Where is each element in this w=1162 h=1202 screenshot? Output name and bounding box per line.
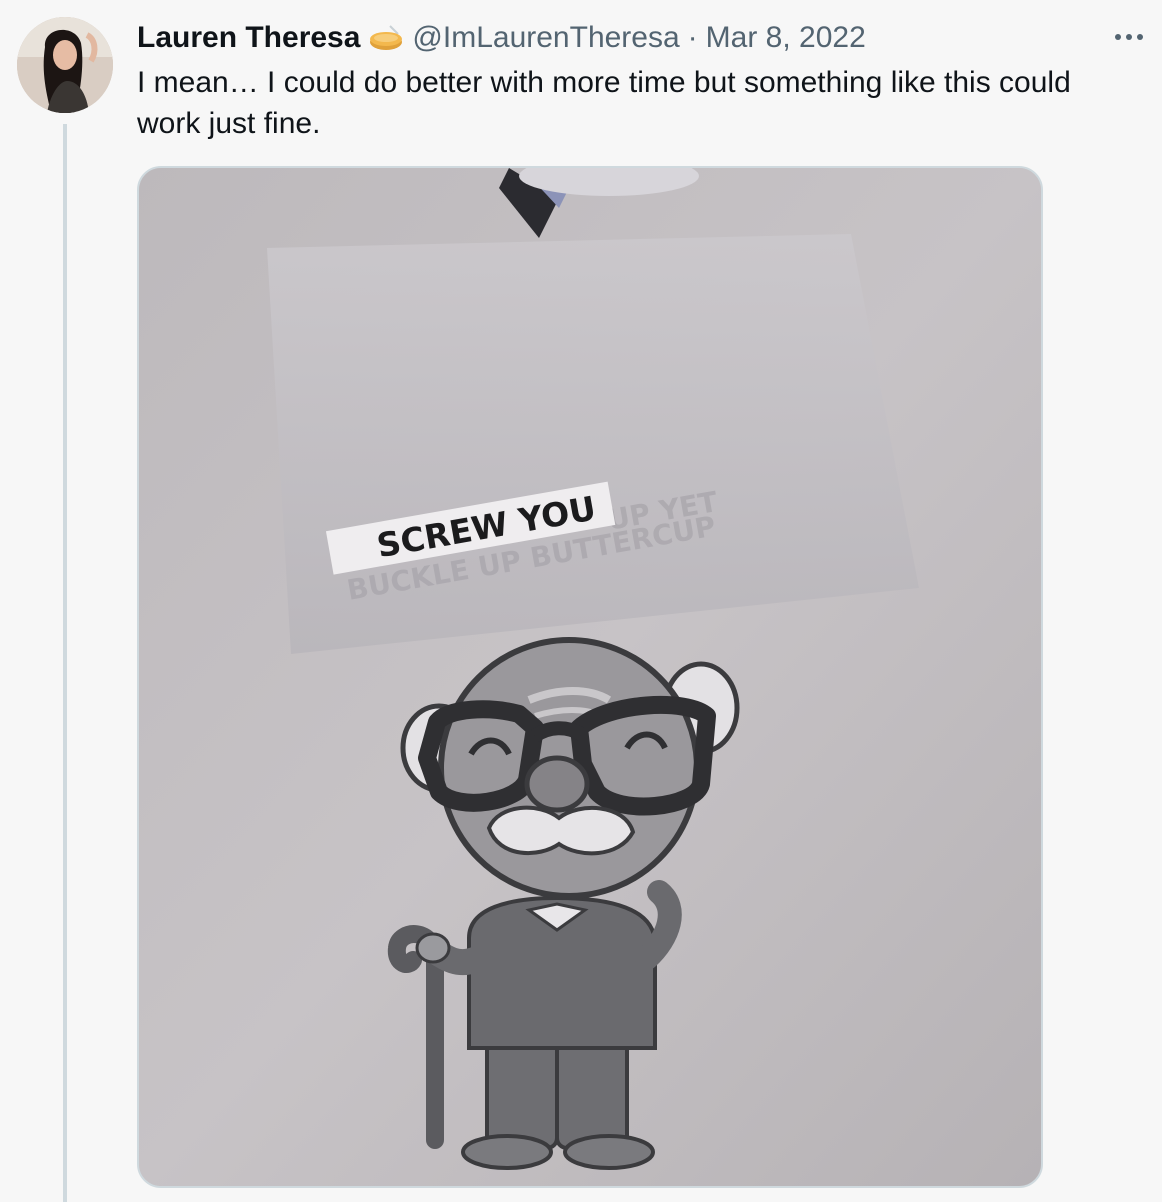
tweet-header: Lauren Theresa @ImLaurenTheresa · Mar 8,… — [137, 18, 866, 58]
avatar[interactable] — [17, 17, 113, 113]
author-name[interactable]: Lauren Theresa — [137, 21, 360, 55]
tweet-media-image[interactable]: BUCKLE UP BUTTERCUP UP YET SCREW YOU — [137, 166, 1043, 1188]
author-handle[interactable]: @ImLaurenTheresa — [412, 21, 679, 55]
separator-dot: · — [687, 21, 698, 54]
more-dots-icon[interactable] — [1112, 22, 1146, 52]
tweet[interactable]: Lauren Theresa @ImLaurenTheresa · Mar 8,… — [0, 0, 1162, 1202]
tweet-text: I mean… I could do better with more time… — [137, 66, 1071, 140]
tweet-date[interactable]: Mar 8, 2022 — [706, 21, 866, 55]
avatar-image — [17, 17, 113, 113]
affiliate-badge-icon — [368, 24, 404, 52]
media-photo: BUCKLE UP BUTTERCUP UP YET SCREW YOU — [139, 168, 1041, 1186]
thread-line — [63, 124, 67, 1202]
